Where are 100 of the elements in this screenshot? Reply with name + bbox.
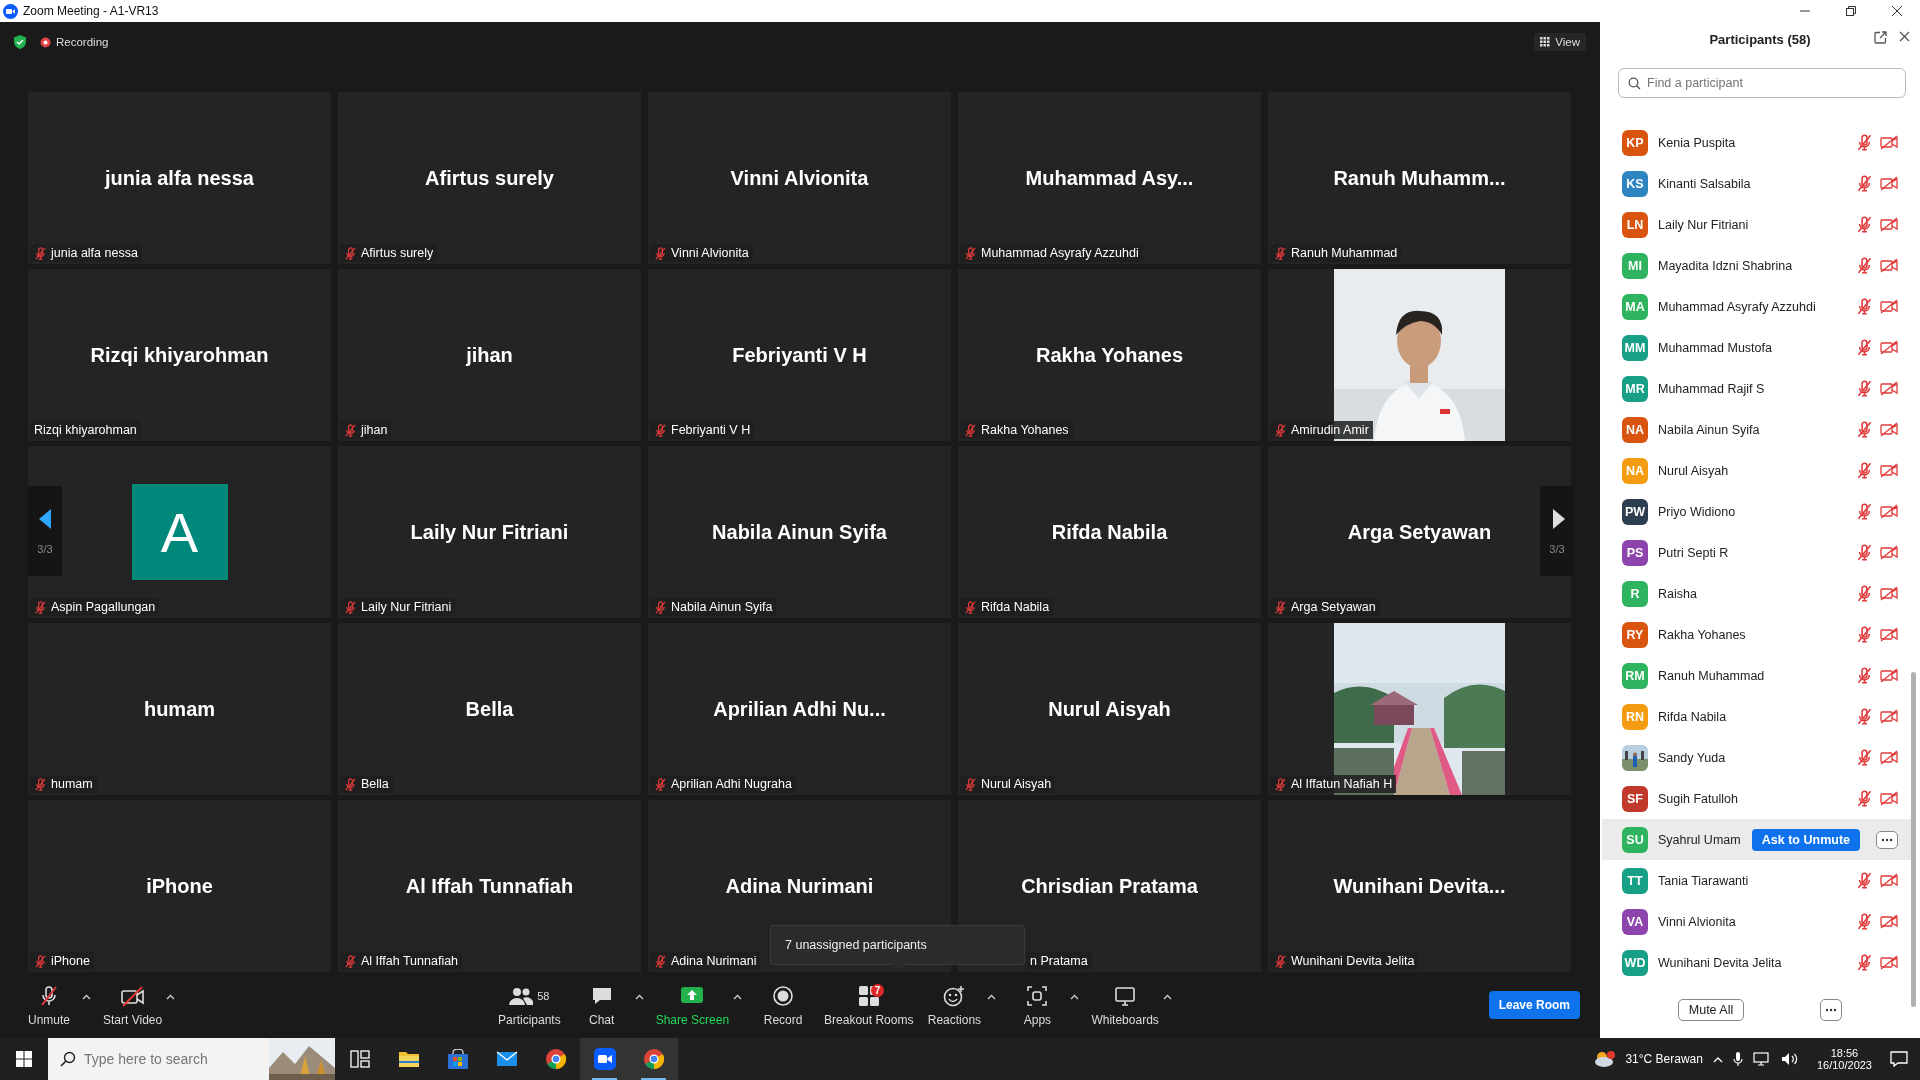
caret-icon[interactable] [82, 994, 91, 1000]
whiteboard-icon [1114, 984, 1137, 1007]
toolbar-button[interactable]: Share Screen [649, 979, 736, 1031]
caret-icon[interactable] [733, 994, 743, 1000]
caret-icon[interactable] [634, 994, 644, 1000]
toolbar-button[interactable]: Whiteboards [1085, 979, 1165, 1031]
ask-to-unmute-button[interactable]: Ask to Unmute [1751, 828, 1860, 851]
participant-row[interactable]: VA Vinni Alvionita [1600, 901, 1912, 942]
name-text: Wunihani Devita Jelita [1291, 954, 1415, 968]
store-icon[interactable] [446, 1049, 469, 1069]
app-logo-icon [3, 3, 18, 19]
share-screen-icon [680, 985, 705, 1006]
taskbar-button[interactable] [629, 1038, 678, 1080]
video-off-icon [1880, 913, 1898, 929]
participant-name: Kinanti Salsabila [1658, 176, 1751, 191]
participant-row[interactable]: MR Muhammad Rajif S [1600, 368, 1912, 409]
participant-name: Nurul Aisyah [1048, 697, 1171, 721]
toolbar-button[interactable]: Reactions [919, 979, 990, 1031]
toolbar-button[interactable]: 58 Participants [491, 979, 567, 1031]
toolbar-button[interactable]: Record [748, 979, 819, 1031]
muted-mic-icon [1856, 913, 1873, 930]
participant-row[interactable]: MM Muhammad Mustofa [1600, 327, 1912, 368]
name-text: Febriyanti V H [671, 423, 751, 437]
folder-icon[interactable] [397, 1050, 420, 1068]
mail-icon[interactable] [495, 1051, 518, 1067]
browser-icon[interactable] [544, 1048, 567, 1070]
participant-row[interactable]: RM Ranuh Muhammad [1600, 655, 1912, 696]
name-text: Ranuh Muhammad [1291, 246, 1398, 260]
video-off-icon [1880, 749, 1898, 765]
video-off-icon [1880, 585, 1898, 601]
participant-row[interactable]: R Raisha [1600, 573, 1912, 614]
participant-name: Afirtus surely [425, 166, 554, 190]
view-button[interactable]: View [1534, 33, 1586, 51]
participant-row[interactable]: MA Muhammad Asyrafy Azzuhdi [1600, 286, 1912, 327]
participant-row[interactable]: NA Nurul Aisyah [1600, 450, 1912, 491]
volume-icon[interactable] [1780, 1052, 1799, 1066]
participant-row[interactable]: KP Kenia Puspita [1600, 122, 1912, 163]
caret-icon[interactable] [987, 994, 997, 1000]
caret-icon[interactable] [1162, 994, 1172, 1000]
more-button[interactable] [1820, 999, 1843, 1021]
participant-row[interactable]: PW Priyo Widiono [1600, 491, 1912, 532]
participant-name: Laily Nur Fitriani [410, 520, 569, 544]
close-icon[interactable] [1892, 6, 1902, 16]
microphone-icon[interactable] [1732, 1051, 1743, 1067]
participant-row[interactable]: MI Mayadita Idzni Shabrina [1600, 245, 1912, 286]
caret-icon[interactable] [166, 994, 176, 1000]
name-text: Laily Nur Fitriani [361, 600, 452, 614]
pop-out-icon[interactable] [1874, 31, 1887, 44]
toolbar-button[interactable]: 7 Breakout Rooms [818, 979, 920, 1031]
toolbar-button[interactable]: Start Video [97, 979, 169, 1031]
video-off-icon [1880, 298, 1898, 314]
participant-name: Wunihani Devita... [1333, 874, 1506, 898]
leave-room-button[interactable]: Leave Room [1488, 991, 1580, 1019]
recording-icon [40, 36, 51, 48]
participant-name: Arga Setyawan [1347, 520, 1492, 544]
chevron-icon[interactable] [1712, 1055, 1723, 1063]
toolbar-button[interactable]: Apps [1002, 979, 1073, 1031]
notification-icon[interactable] [1890, 1051, 1908, 1067]
video-app-icon[interactable] [593, 1048, 616, 1070]
participant-name: Febriyanti V H [732, 343, 867, 367]
taskbar-button[interactable] [580, 1038, 629, 1080]
participant-name: Muhammad Asy... [1025, 166, 1194, 190]
apps-icon [1026, 984, 1049, 1007]
participant-name: Syahrul Umam [1658, 832, 1741, 847]
participant-name: Bella [465, 697, 514, 721]
video-off-icon [1880, 626, 1898, 642]
network-icon[interactable] [1752, 1052, 1771, 1066]
search-icon [1628, 77, 1641, 90]
participant-row[interactable]: RY Rakha Yohanes [1600, 614, 1912, 655]
participant-row[interactable]: RN Rifda Nabila [1600, 696, 1912, 737]
participant-row[interactable]: TT Tania Tiarawanti [1600, 860, 1912, 901]
participant-name: Al Iffah Tunnafiah [405, 874, 574, 898]
participant-row[interactable]: SU Syahrul Umam Ask to Unmute [1602, 819, 1912, 860]
toolbar-button[interactable]: Chat [566, 979, 637, 1031]
participant-row[interactable]: SF Sugih Fatulloh [1600, 778, 1912, 819]
participant-row[interactable]: LN Laily Nur Fitriani [1600, 204, 1912, 245]
toolbar-button[interactable]: Unmute [14, 979, 84, 1031]
reactions-icon [943, 984, 966, 1007]
participant-row[interactable]: PS Putri Septi R [1600, 532, 1912, 573]
participant-row[interactable]: KS Kinanti Salsabila [1600, 163, 1912, 204]
caret-icon[interactable] [1070, 994, 1080, 1000]
participant-row[interactable]: NA Nabila Ainun Syifa [1600, 409, 1912, 450]
taskbar-search-field[interactable]: Type here to search [48, 1038, 269, 1080]
close-icon[interactable] [1899, 31, 1910, 42]
search-field[interactable]: Find a participant [1618, 68, 1906, 98]
start-icon[interactable] [16, 1051, 32, 1067]
mute-all-button[interactable]: Mute All [1677, 999, 1745, 1021]
task-view-icon[interactable] [349, 1050, 370, 1068]
name-text: Adina Nurimani [671, 954, 757, 968]
participant-count: 58 [537, 989, 550, 1002]
participant-name: Rizqi khiyarohman [90, 343, 269, 367]
participant-row[interactable]: Sandy Yuda [1600, 737, 1912, 778]
video-off-icon [1880, 872, 1898, 888]
scrollbar[interactable] [1911, 672, 1916, 1007]
record-icon [772, 984, 795, 1007]
more-button[interactable] [1876, 830, 1898, 849]
browser-icon[interactable] [642, 1048, 665, 1070]
name-text: Arga Setyawan [1291, 600, 1376, 614]
restore-icon[interactable] [1846, 6, 1856, 16]
participant-row[interactable]: WD Wunihani Devita Jelita [1600, 942, 1912, 983]
